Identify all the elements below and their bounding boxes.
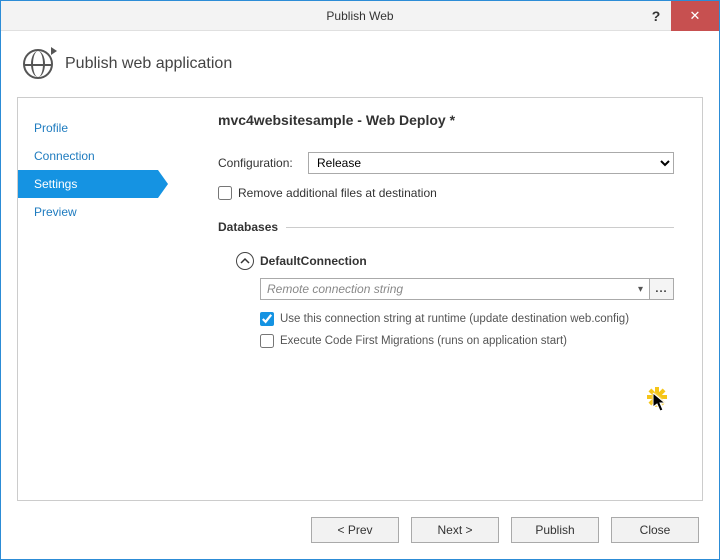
- databases-section-header: Databases: [218, 220, 674, 234]
- ellipsis-icon: ...: [655, 283, 667, 295]
- sidebar-item-label: Preview: [34, 205, 77, 219]
- globe-publish-icon: [23, 49, 53, 79]
- remove-files-label: Remove additional files at destination: [238, 186, 437, 200]
- sidebar-item-settings[interactable]: Settings: [18, 170, 158, 198]
- content-wrap: Profile Connection Settings Preview mvc4…: [17, 97, 703, 501]
- connection-string-combo[interactable]: Remote connection string ▾: [260, 278, 650, 300]
- publish-web-dialog: Publish Web ? ✕ Publish web application …: [0, 0, 720, 560]
- sidebar-item-preview[interactable]: Preview: [18, 198, 158, 226]
- use-connstring-row[interactable]: Use this connection string at runtime (u…: [260, 312, 674, 326]
- chevron-down-icon: ▾: [638, 284, 643, 295]
- connection-string-row: Remote connection string ▾ ...: [260, 278, 674, 300]
- settings-panel: mvc4websitesample - Web Deploy * Configu…: [158, 98, 702, 500]
- database-block: DefaultConnection Remote connection stri…: [236, 252, 674, 348]
- remove-files-row[interactable]: Remove additional files at destination: [218, 186, 674, 200]
- next-button[interactable]: Next >: [411, 517, 499, 543]
- sidebar-item-label: Profile: [34, 121, 68, 135]
- sidebar-item-profile[interactable]: Profile: [18, 114, 158, 142]
- titlebar: Publish Web ? ✕: [1, 1, 719, 31]
- publish-profile-heading: mvc4websitesample - Web Deploy *: [218, 112, 674, 128]
- titlebar-controls: ? ✕: [641, 1, 719, 31]
- close-button[interactable]: Close: [611, 517, 699, 543]
- databases-section-label: Databases: [218, 220, 278, 234]
- dialog-header: Publish web application: [1, 31, 719, 89]
- close-window-button[interactable]: ✕: [671, 1, 719, 31]
- configuration-row: Configuration: Release: [218, 152, 674, 174]
- use-connstring-checkbox[interactable]: [260, 312, 274, 326]
- chevron-up-icon[interactable]: [236, 252, 254, 270]
- connection-string-browse-button[interactable]: ...: [650, 278, 674, 300]
- exec-migrations-row[interactable]: Execute Code First Migrations (runs on a…: [260, 334, 674, 348]
- dialog-header-text: Publish web application: [65, 55, 232, 73]
- db-options: Use this connection string at runtime (u…: [260, 312, 674, 348]
- connection-string-placeholder: Remote connection string: [267, 282, 403, 296]
- configuration-label: Configuration:: [218, 156, 308, 170]
- configuration-select[interactable]: Release: [308, 152, 674, 174]
- exec-migrations-checkbox[interactable]: [260, 334, 274, 348]
- wizard-sidebar: Profile Connection Settings Preview: [18, 98, 158, 500]
- exec-migrations-label: Execute Code First Migrations (runs on a…: [280, 335, 567, 347]
- remove-files-checkbox[interactable]: [218, 186, 232, 200]
- help-button[interactable]: ?: [641, 1, 671, 31]
- db-connection-header[interactable]: DefaultConnection: [236, 252, 674, 270]
- publish-button[interactable]: Publish: [511, 517, 599, 543]
- sidebar-item-label: Connection: [34, 149, 95, 163]
- prev-button[interactable]: < Prev: [311, 517, 399, 543]
- titlebar-title: Publish Web: [326, 9, 393, 23]
- divider: [286, 227, 674, 228]
- db-connection-name: DefaultConnection: [260, 254, 367, 268]
- use-connstring-label: Use this connection string at runtime (u…: [280, 313, 629, 325]
- sidebar-item-label: Settings: [34, 177, 77, 191]
- wizard-buttons: < Prev Next > Publish Close: [1, 511, 719, 559]
- sidebar-item-connection[interactable]: Connection: [18, 142, 158, 170]
